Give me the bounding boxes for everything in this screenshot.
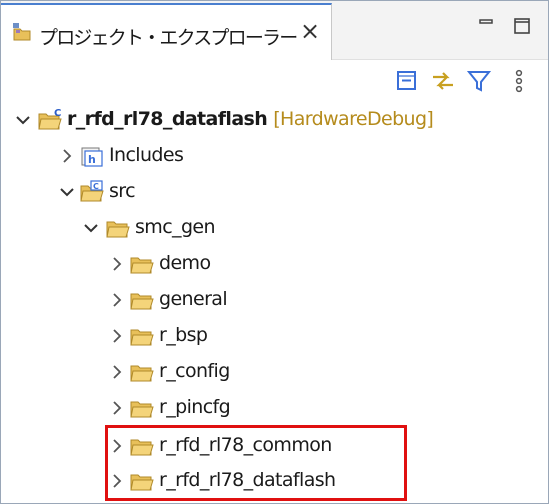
chevron-right-icon[interactable] — [109, 399, 125, 417]
tree-label: general — [159, 288, 228, 310]
chevron-right-icon[interactable] — [109, 291, 125, 309]
tree-item-general[interactable]: general — [1, 282, 548, 318]
folder-icon — [129, 323, 155, 349]
chevron-down-icon[interactable] — [59, 183, 75, 201]
tree-item-smc-gen[interactable]: smc_gen — [1, 210, 548, 246]
project-name-text: r_rfd_rl78_dataflash — [67, 108, 268, 130]
includes-icon: h — [79, 143, 105, 169]
tree-item-r-pincfg[interactable]: r_pincfg — [1, 390, 548, 426]
chevron-right-icon[interactable] — [109, 255, 125, 273]
chevron-right-icon[interactable] — [109, 472, 125, 490]
project-explorer-panel: プロジェクト・エクスプローラー × C r_rfd_rl78_dataflash… — [0, 0, 549, 504]
collapse-all-icon[interactable] — [393, 67, 421, 95]
project-folder-icon: C — [37, 107, 63, 133]
tree-label: r_pincfg — [159, 396, 231, 418]
folder-icon — [129, 395, 155, 421]
tab-title: プロジェクト・エクスプローラー — [39, 27, 298, 49]
chevron-down-icon[interactable] — [15, 111, 31, 129]
chevron-right-icon[interactable] — [59, 147, 75, 165]
folder-icon — [129, 433, 155, 459]
folder-icon — [129, 359, 155, 385]
filter-icon[interactable] — [465, 67, 493, 95]
tree-item-project[interactable]: C r_rfd_rl78_dataflash [HardwareDebug] — [1, 102, 548, 138]
tree-label: src — [109, 180, 136, 202]
project-tree: C r_rfd_rl78_dataflash [HardwareDebug] h … — [1, 101, 548, 503]
view-tab-bar: プロジェクト・エクスプローラー × — [1, 1, 548, 60]
tree-label: demo — [159, 252, 211, 274]
minimize-icon[interactable] — [475, 15, 497, 37]
chevron-down-icon[interactable] — [83, 219, 99, 237]
tree-label: r_rfd_rl78_common — [159, 434, 332, 456]
folder-icon — [129, 468, 155, 494]
folder-icon — [129, 287, 155, 313]
tree-item-includes[interactable]: h Includes — [1, 138, 548, 174]
tree-label: Includes — [109, 144, 184, 166]
tree-label: r_rfd_rl78_dataflash — [159, 469, 336, 491]
folder-icon — [129, 251, 155, 277]
chevron-right-icon[interactable] — [109, 327, 125, 345]
tree-item-src[interactable]: C src — [1, 174, 548, 210]
tree-label: smc_gen — [135, 216, 216, 238]
tree-item-r-bsp[interactable]: r_bsp — [1, 318, 548, 354]
tree-item-r-rfd-rl78-common[interactable]: r_rfd_rl78_common — [1, 428, 548, 464]
link-with-editor-icon[interactable] — [429, 67, 457, 95]
tree-item-r-rfd-rl78-dataflash[interactable]: r_rfd_rl78_dataflash — [1, 463, 548, 499]
tree-item-r-config[interactable]: r_config — [1, 354, 548, 390]
svg-text:C: C — [54, 108, 61, 119]
tree-label: r_bsp — [159, 324, 208, 346]
project-explorer-icon — [11, 21, 33, 43]
svg-text:C: C — [93, 182, 99, 191]
tree-item-demo[interactable]: demo — [1, 246, 548, 282]
source-folder-icon: C — [79, 179, 105, 205]
tab-project-explorer[interactable]: プロジェクト・エクスプローラー × — [1, 3, 332, 60]
tree-label: r_config — [159, 360, 230, 382]
folder-open-icon — [105, 215, 131, 241]
maximize-icon[interactable] — [511, 15, 533, 37]
chevron-right-icon[interactable] — [109, 437, 125, 455]
svg-text:h: h — [88, 153, 96, 166]
build-config-label: [HardwareDebug] — [273, 108, 434, 130]
view-toolbar — [1, 61, 548, 101]
view-menu-icon[interactable] — [505, 67, 533, 95]
chevron-right-icon[interactable] — [109, 363, 125, 381]
close-icon[interactable]: × — [297, 18, 323, 44]
project-name: r_rfd_rl78_dataflash [HardwareDebug] — [67, 108, 434, 130]
